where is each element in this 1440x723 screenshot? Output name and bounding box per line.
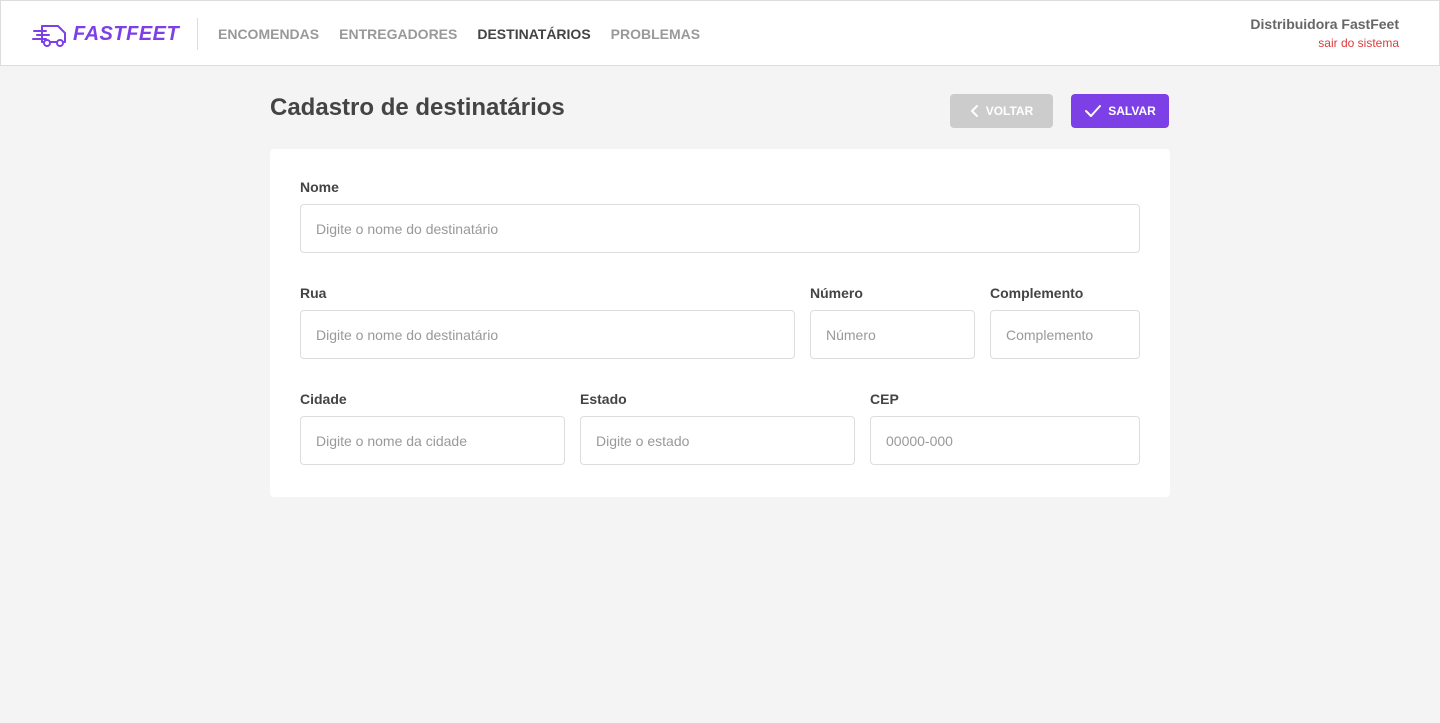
cep-field-group: CEP [870,391,1140,466]
header-divider [197,18,198,50]
rua-field-group: Rua [300,285,795,360]
rua-label: Rua [300,285,327,301]
check-icon [1084,104,1108,118]
complemento-label: Complemento [990,285,1084,301]
rua-input[interactable] [300,310,795,359]
brand-logo[interactable]: FASTFEET [32,20,179,48]
nav-item-encomendas[interactable]: ENCOMENDAS [218,26,319,42]
nome-input[interactable] [300,204,1140,253]
complemento-input[interactable] [990,310,1140,359]
cidade-field-group: Cidade [300,391,565,466]
brand-name: FASTFEET [73,22,180,45]
complemento-field-group: Complemento [990,285,1140,360]
nav-item-problemas[interactable]: PROBLEMAS [611,26,700,42]
back-button-label: VOLTAR [985,104,1034,118]
nav-item-entregadores[interactable]: ENTREGADORES [339,26,457,42]
cidade-label: Cidade [300,391,347,407]
logout-link[interactable]: sair do sistema [1250,36,1399,50]
save-button[interactable]: SALVAR [1071,94,1169,128]
numero-field-group: Número [810,285,975,360]
user-name: Distribuidora FastFeet [1250,16,1399,32]
main-nav: ENCOMENDAS ENTREGADORES DESTINATÁRIOS PR… [218,26,720,42]
nome-label: Nome [300,179,339,195]
nome-field-group: Nome [300,179,1140,254]
delivery-truck-icon [32,20,68,48]
estado-input[interactable] [580,416,855,465]
nav-item-destinatarios[interactable]: DESTINATÁRIOS [477,26,590,42]
recipient-form: Nome Rua Número Complemento Cidade Estad… [270,149,1170,497]
back-button[interactable]: VOLTAR [950,94,1053,128]
estado-field-group: Estado [580,391,855,466]
page-title: Cadastro de destinatários [270,94,565,121]
chevron-left-icon [970,104,986,118]
cep-input[interactable] [870,416,1140,465]
numero-label: Número [810,285,863,301]
cep-label: CEP [870,391,899,407]
user-info: Distribuidora FastFeet sair do sistema [1250,16,1399,50]
estado-label: Estado [580,391,627,407]
cidade-input[interactable] [300,416,565,465]
numero-input[interactable] [810,310,975,359]
top-header: FASTFEET ENCOMENDAS ENTREGADORES DESTINA… [0,0,1440,66]
save-button-label: SALVAR [1108,104,1156,118]
